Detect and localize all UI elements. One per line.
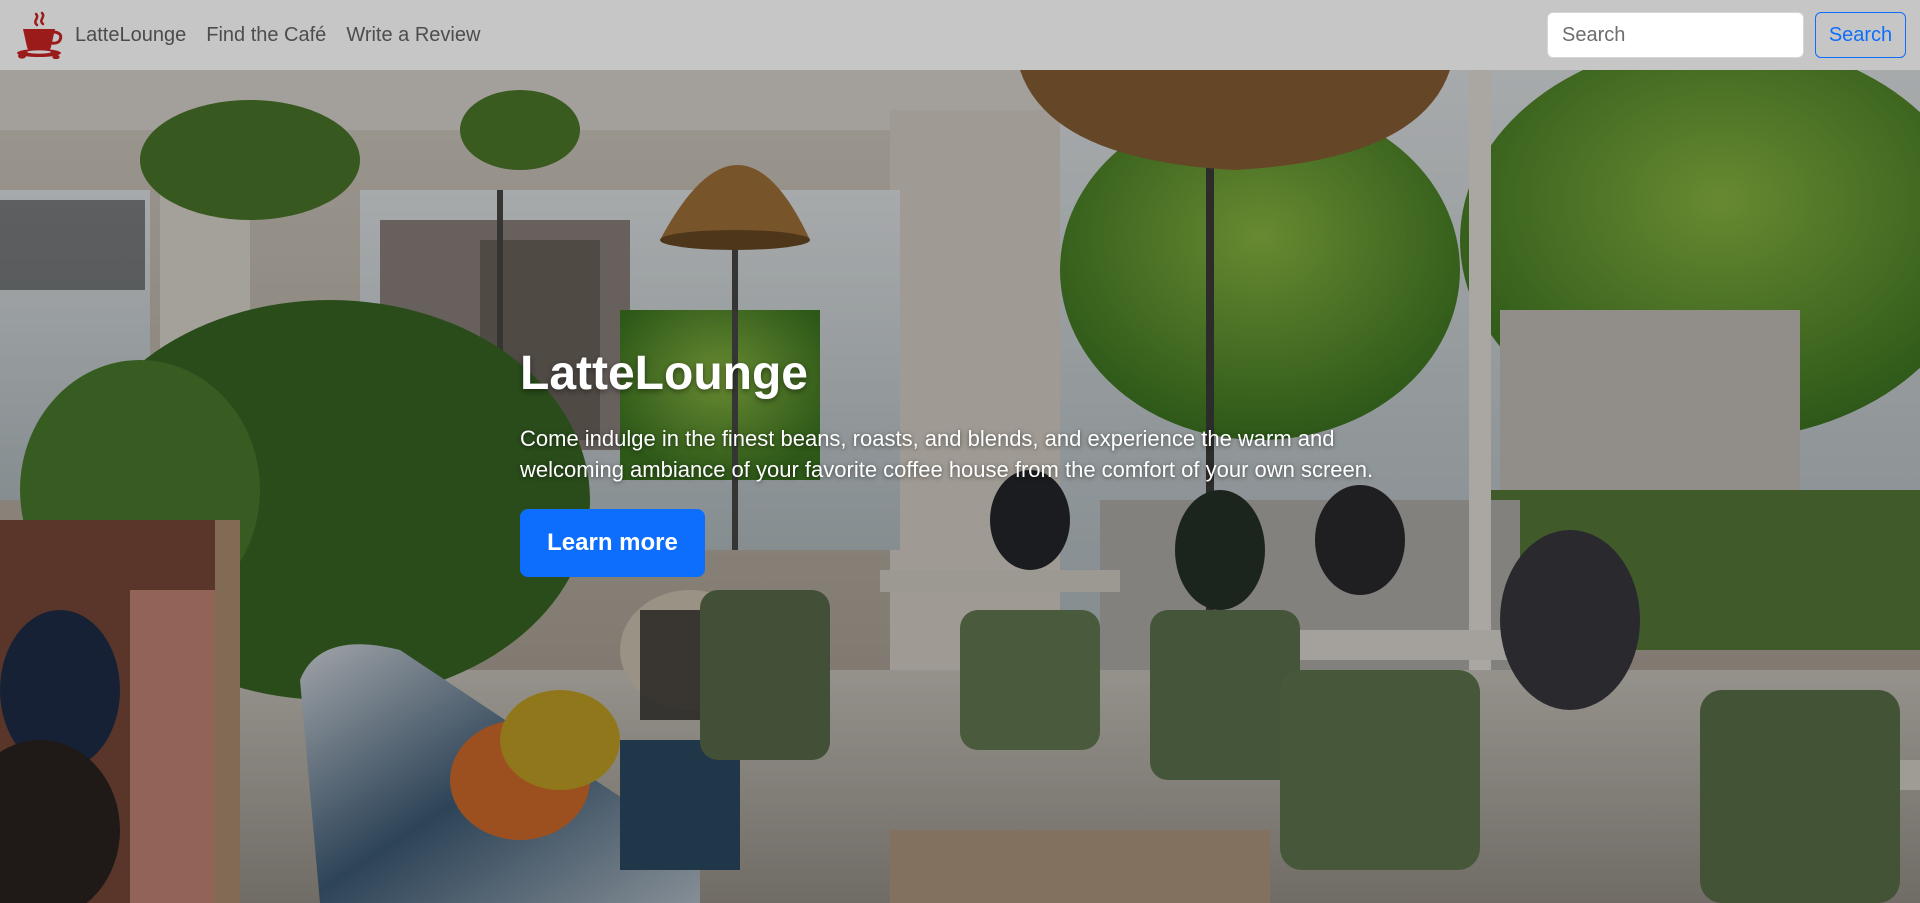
search-input[interactable] xyxy=(1547,12,1804,58)
hero-description: Come indulge in the finest beans, roasts… xyxy=(520,425,1374,483)
hero-section: LatteLounge Come indulge in the finest b… xyxy=(0,70,1920,903)
nav-links: Find the Café Write a Review xyxy=(206,24,480,47)
nav-link-find-cafe[interactable]: Find the Café xyxy=(206,24,326,47)
brand-name: LatteLounge xyxy=(75,23,187,46)
brand-link[interactable]: LatteLounge xyxy=(14,11,187,60)
navbar: LatteLounge Find the Café Write a Review… xyxy=(0,0,1920,70)
search-form: Search xyxy=(1547,12,1906,58)
hero-title: LatteLounge xyxy=(520,347,808,400)
hero-content: LatteLounge Come indulge in the finest b… xyxy=(520,347,1400,578)
coffee-cup-icon xyxy=(14,11,64,60)
search-button[interactable]: Search xyxy=(1815,12,1906,58)
learn-more-button[interactable]: Learn more xyxy=(520,509,705,578)
nav-link-write-review[interactable]: Write a Review xyxy=(346,24,480,47)
